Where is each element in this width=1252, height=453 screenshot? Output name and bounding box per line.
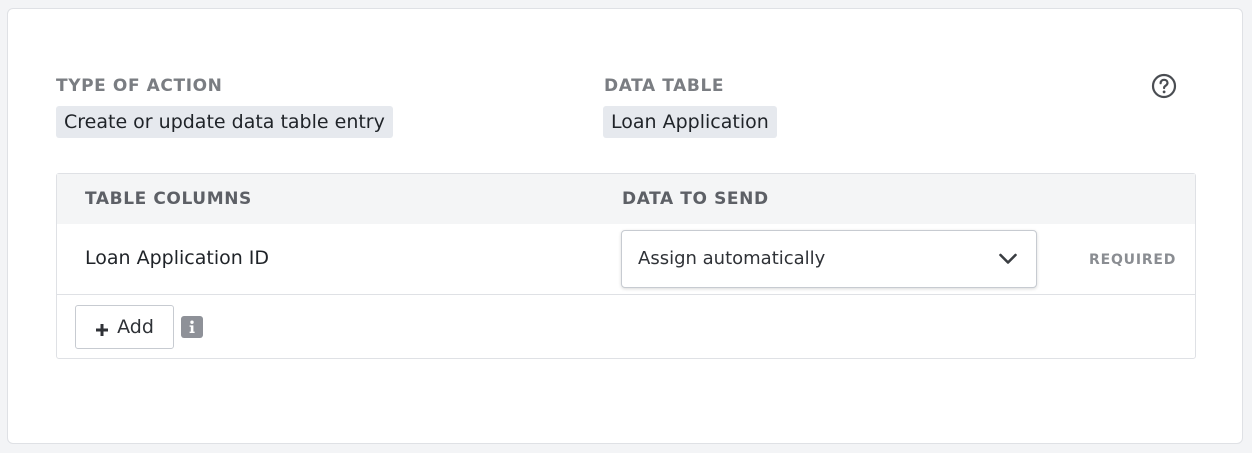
- column-name: Loan Application ID: [85, 247, 270, 269]
- add-button-label: Add: [117, 316, 154, 338]
- question-circle-icon[interactable]: [1151, 73, 1177, 99]
- type-of-action-label: TYPE OF ACTION: [56, 76, 223, 96]
- header-table-columns: TABLE COLUMNS: [85, 189, 252, 209]
- select-value: Assign automatically: [638, 248, 826, 269]
- required-badge: REQUIRED: [1089, 252, 1177, 268]
- plus-icon: [95, 320, 109, 336]
- header-data-to-send: DATA TO SEND: [622, 189, 769, 209]
- add-column-button[interactable]: Add: [75, 305, 174, 349]
- action-card: TYPE OF ACTION Create or update data tab…: [7, 8, 1243, 444]
- table-footer: Add: [57, 295, 1195, 358]
- table-row: Loan Application ID Assign automatically…: [57, 224, 1195, 295]
- type-of-action-value: Create or update data table entry: [56, 106, 393, 138]
- data-table-label: DATA TABLE: [604, 76, 725, 96]
- table-header: TABLE COLUMNS DATA TO SEND: [57, 174, 1195, 224]
- data-table-value: Loan Application: [603, 106, 777, 138]
- chevron-down-icon: [998, 251, 1018, 265]
- info-icon[interactable]: [181, 316, 203, 338]
- column-mapping-table: TABLE COLUMNS DATA TO SEND Loan Applicat…: [56, 173, 1196, 359]
- data-to-send-select[interactable]: Assign automatically: [621, 230, 1037, 288]
